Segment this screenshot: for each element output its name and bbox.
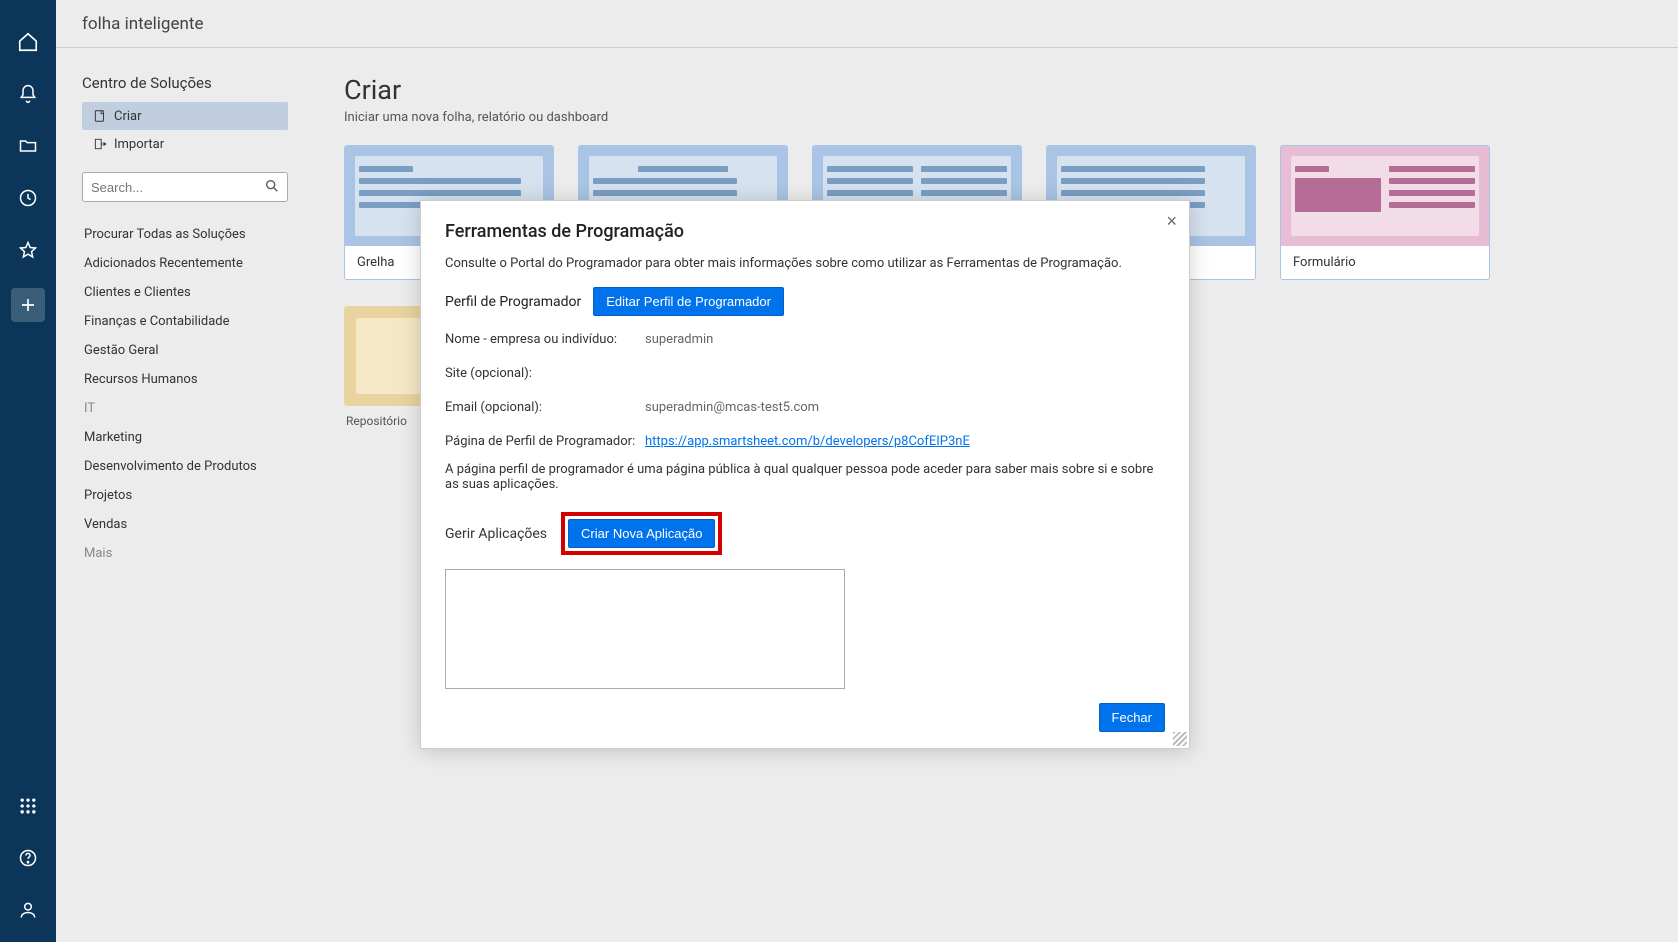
name-value: superadmin: [645, 332, 713, 347]
search-icon[interactable]: [264, 178, 280, 194]
site-label: Site (opcional):: [445, 366, 645, 381]
page-label: Página de Perfil de Programador:: [445, 434, 645, 449]
sidebar-link-browse[interactable]: Procurar Todas as Soluções: [82, 220, 288, 249]
name-label: Nome - empresa ou indivíduo:: [445, 332, 645, 347]
app-header: folha inteligente: [56, 0, 1678, 48]
email-value: superadmin@mcas-test5.com: [645, 400, 819, 415]
sidebar-link-clients[interactable]: Clientes e Clientes: [82, 278, 288, 307]
card-form[interactable]: Formulário: [1280, 145, 1490, 280]
resize-grip[interactable]: [1173, 732, 1187, 746]
sidebar-import-label: Importar: [114, 137, 164, 152]
add-button[interactable]: [11, 288, 45, 322]
edit-profile-button[interactable]: Editar Perfil de Programador: [593, 287, 784, 316]
sheet-icon: [92, 108, 108, 124]
profile-icon[interactable]: [16, 898, 40, 922]
sidebar-item-create[interactable]: Criar: [82, 102, 288, 130]
create-app-highlight: Criar Nova Aplicação: [561, 512, 722, 555]
apps-icon[interactable]: [16, 794, 40, 818]
search-input[interactable]: [82, 172, 288, 202]
bell-icon[interactable]: [16, 82, 40, 106]
profile-section-label: Perfil de Programador: [445, 294, 581, 310]
app-name: folha inteligente: [82, 14, 203, 34]
help-icon[interactable]: [16, 846, 40, 870]
clock-icon[interactable]: [16, 186, 40, 210]
sidebar-link-recent[interactable]: Adicionados Recentemente: [82, 249, 288, 278]
side-panel-title: Centro de Soluções: [82, 74, 288, 92]
close-icon[interactable]: ×: [1166, 211, 1177, 232]
home-icon[interactable]: [16, 30, 40, 54]
sidebar-link-sales[interactable]: Vendas: [82, 510, 288, 539]
sidebar-link-more[interactable]: Mais: [82, 539, 288, 568]
profile-page-link[interactable]: https://app.smartsheet.com/b/developers/…: [645, 434, 970, 449]
manage-label: Gerir Aplicações: [445, 526, 547, 542]
sidebar-link-product[interactable]: Desenvolvimento de Produtos: [82, 452, 288, 481]
import-icon: [92, 136, 108, 152]
nav-rail: [0, 0, 56, 942]
modal-title: Ferramentas de Programação: [445, 221, 1165, 242]
email-label: Email (opcional):: [445, 400, 645, 415]
close-button[interactable]: Fechar: [1099, 703, 1165, 732]
dev-tools-modal: × Ferramentas de Programação Consulte o …: [420, 200, 1190, 749]
page-title: Criar: [344, 74, 1640, 106]
page-subtitle: Iniciar uma nova folha, relatório ou das…: [344, 110, 1640, 125]
sidebar-link-projects[interactable]: Projetos: [82, 481, 288, 510]
side-panel: Centro de Soluções Criar Importar Procur…: [56, 48, 306, 942]
card-form-label: Formulário: [1281, 246, 1489, 279]
sidebar-link-marketing[interactable]: Marketing: [82, 423, 288, 452]
sidebar-item-import[interactable]: Importar: [82, 130, 288, 158]
search-box: [82, 172, 288, 202]
sidebar-link-finance[interactable]: Finanças e Contabilidade: [82, 307, 288, 336]
create-app-button[interactable]: Criar Nova Aplicação: [568, 519, 715, 548]
sidebar-link-it[interactable]: IT: [82, 394, 288, 423]
sidebar-create-label: Criar: [114, 109, 142, 124]
star-icon[interactable]: [16, 238, 40, 262]
modal-intro: Consulte o Portal do Programador para ob…: [445, 256, 1165, 271]
sidebar-link-hr[interactable]: Recursos Humanos: [82, 365, 288, 394]
modal-note: A página perfil de programador é uma pág…: [445, 462, 1165, 492]
folder-icon[interactable]: [16, 134, 40, 158]
sidebar-link-management[interactable]: Gestão Geral: [82, 336, 288, 365]
app-list-box: [445, 569, 845, 689]
